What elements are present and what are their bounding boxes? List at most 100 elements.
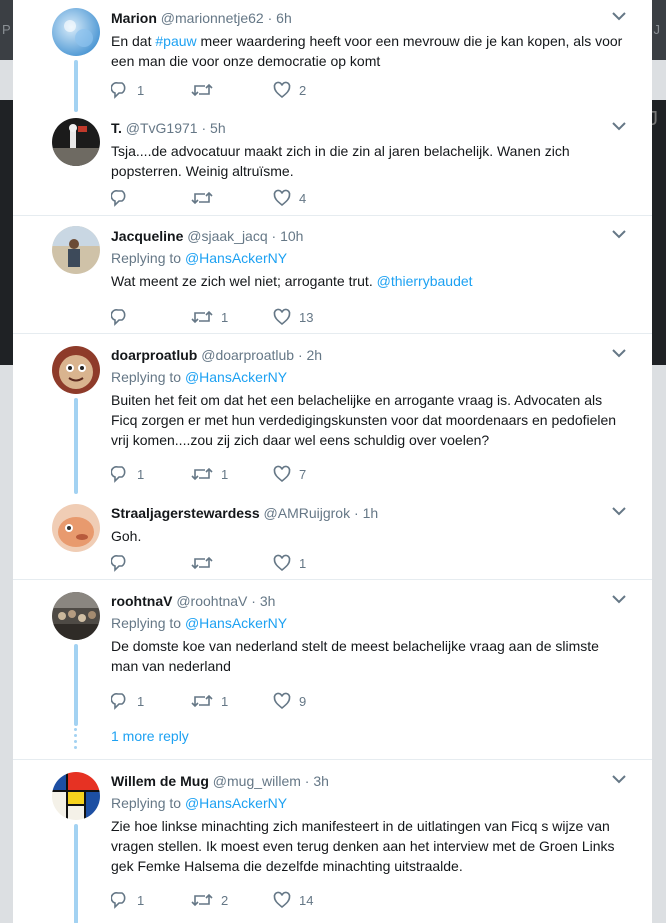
reply-icon (111, 891, 126, 909)
reply-tweet[interactable]: Jacqueline @sjaak_jacq · 10h Replying to… (13, 216, 652, 334)
thread-dots (74, 728, 78, 752)
avatar[interactable] (52, 8, 100, 56)
chevron-down-icon[interactable] (612, 229, 626, 239)
separator-dot: · (251, 593, 256, 609)
timestamp[interactable]: 5h (210, 120, 226, 136)
timestamp[interactable]: 2h (307, 347, 323, 363)
reply-count: 1 (137, 693, 145, 709)
timestamp[interactable]: 3h (313, 773, 329, 789)
avatar[interactable] (52, 772, 100, 820)
chevron-down-icon[interactable] (612, 774, 626, 784)
replying-to-link[interactable]: @HansAckerNY (185, 369, 287, 385)
like-button[interactable]: 9 (273, 692, 353, 710)
chevron-down-icon[interactable] (612, 11, 626, 21)
thread-line (74, 60, 78, 112)
reply-tweet[interactable]: Marion @marionnetje62 · 6h En dat #pauw … (13, 0, 652, 112)
replying-to-link[interactable]: @HansAckerNY (185, 615, 287, 631)
like-button[interactable]: 7 (273, 465, 353, 483)
avatar[interactable] (52, 118, 100, 166)
avatar[interactable] (52, 226, 100, 274)
reply-button[interactable]: 1 (111, 465, 191, 483)
like-button[interactable]: 2 (273, 81, 353, 99)
mention-link[interactable]: @thierrybaudet (377, 273, 473, 289)
retweet-button[interactable]: 2 (191, 891, 273, 909)
timestamp[interactable]: 1h (363, 505, 379, 521)
reply-button[interactable] (111, 308, 191, 326)
separator-dot: · (297, 347, 303, 363)
like-button[interactable]: 13 (273, 308, 353, 326)
retweet-button[interactable]: 1 (191, 692, 273, 710)
reply-button[interactable]: 1 (111, 81, 191, 99)
author-name[interactable]: Marion (111, 10, 157, 26)
retweet-count: 1 (221, 309, 229, 325)
like-count: 2 (299, 82, 307, 98)
author-handle[interactable]: @mug_willem (213, 773, 301, 789)
like-button[interactable]: 4 (273, 189, 353, 207)
replying-to: Replying to @HansAckerNY (111, 615, 288, 631)
like-count: 7 (299, 466, 307, 482)
separator-dot: · (271, 228, 277, 244)
retweet-icon (191, 467, 213, 481)
author-handle[interactable]: @doarproatlub (201, 347, 294, 363)
retweet-button[interactable] (191, 554, 273, 572)
timestamp[interactable]: 10h (280, 228, 303, 244)
chevron-down-icon[interactable] (612, 594, 626, 604)
reply-icon (111, 81, 126, 99)
reply-tweet[interactable]: roohtnaV @roohtnaV · 3h Replying to @Han… (13, 580, 652, 760)
replying-to: Replying to @HansAckerNY (111, 369, 288, 385)
author-name[interactable]: Straaljagerstewardess (111, 505, 260, 521)
author-name[interactable]: doarproatlub (111, 347, 197, 363)
reply-button[interactable]: 1 (111, 692, 191, 710)
timestamp[interactable]: 3h (260, 593, 276, 609)
retweet-count: 2 (221, 892, 229, 908)
like-count: 14 (299, 892, 314, 908)
author-name[interactable]: Jacqueline (111, 228, 183, 244)
author-name[interactable]: Willem de Mug (111, 773, 209, 789)
separator-dot: · (201, 120, 207, 136)
retweet-button[interactable]: 1 (191, 308, 273, 326)
retweet-button[interactable] (191, 81, 273, 99)
chevron-down-icon[interactable] (612, 506, 626, 516)
hashtag-link[interactable]: #pauw (155, 33, 196, 49)
replying-to: Replying to @HansAckerNY (111, 795, 288, 811)
reply-button[interactable]: 1 (111, 891, 191, 909)
author-handle[interactable]: @TvG1971 (126, 120, 198, 136)
replying-to-link[interactable]: @HansAckerNY (185, 795, 287, 811)
like-button[interactable]: 1 (273, 554, 353, 572)
retweet-icon (191, 83, 213, 97)
reply-icon (111, 554, 126, 572)
separator-dot: · (304, 773, 310, 789)
like-button[interactable]: 14 (273, 891, 353, 909)
author-name[interactable]: T. (111, 120, 122, 136)
chevron-down-icon[interactable] (612, 348, 626, 358)
heart-icon (273, 81, 291, 99)
chevron-down-icon[interactable] (612, 121, 626, 131)
replying-to-link[interactable]: @HansAckerNY (185, 250, 287, 266)
reply-tweet[interactable]: doarproatlub @doarproatlub · 2h Replying… (13, 334, 652, 494)
heart-icon (273, 692, 291, 710)
background-right-letter-top: J (653, 22, 661, 37)
replying-to: Replying to @HansAckerNY (111, 250, 288, 266)
thread-line (74, 398, 78, 494)
reply-button[interactable] (111, 189, 191, 207)
avatar[interactable] (52, 504, 100, 552)
retweet-icon (191, 893, 213, 907)
thread-line (74, 644, 78, 726)
reply-tweet[interactable]: Straaljagerstewardess @AMRuijgrok · 1h G… (13, 492, 652, 580)
reply-button[interactable] (111, 554, 191, 572)
author-handle[interactable]: @marionnetje62 (161, 10, 264, 26)
author-name[interactable]: roohtnaV (111, 593, 172, 609)
more-replies-link[interactable]: 1 more reply (111, 728, 189, 744)
author-handle[interactable]: @sjaak_jacq (187, 228, 267, 244)
reply-count: 1 (137, 82, 145, 98)
retweet-button[interactable]: 1 (191, 465, 273, 483)
retweet-button[interactable] (191, 189, 273, 207)
author-handle[interactable]: @roohtnaV (176, 593, 247, 609)
avatar[interactable] (52, 346, 100, 394)
reply-tweet[interactable]: Willem de Mug @mug_willem · 3h Replying … (13, 760, 652, 923)
timestamp[interactable]: 6h (276, 10, 292, 26)
reply-tweet[interactable]: T. @TvG1971 · 5h Tsja....de advocatuur m… (13, 110, 652, 216)
author-handle[interactable]: @AMRuijgrok (264, 505, 351, 521)
avatar[interactable] (52, 592, 100, 640)
heart-icon (273, 891, 291, 909)
